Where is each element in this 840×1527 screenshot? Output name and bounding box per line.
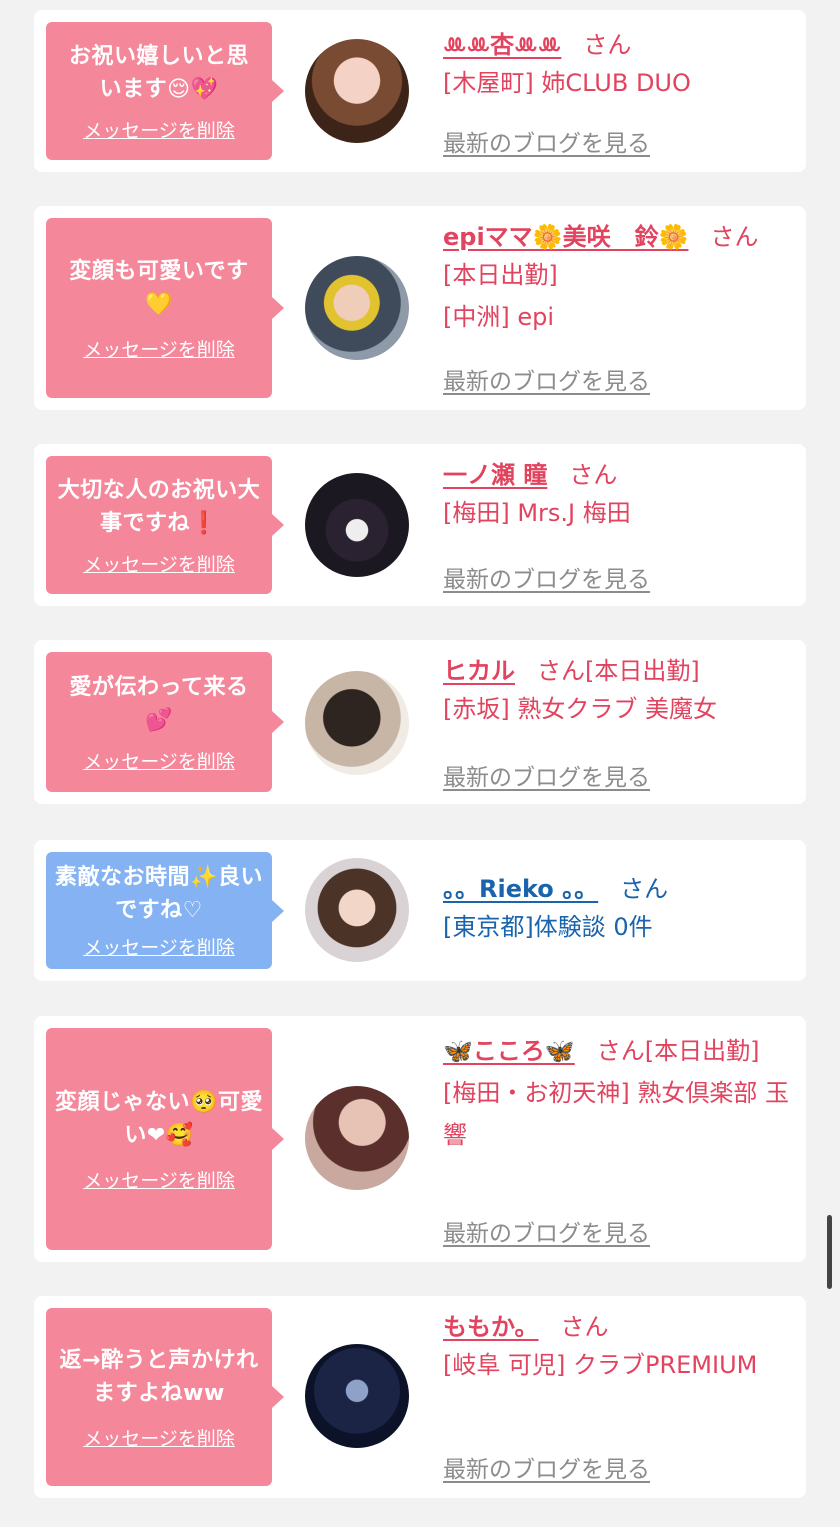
latest-blog-link[interactable]: 最新のブログを見る <box>443 560 650 594</box>
message-card: 変顔も可愛いです💛 メッセージを削除 epiママ🌼美咲 鈴🌼 さん [本日出勤] … <box>34 206 806 410</box>
message-text: 素敵なお時間✨良いですね♡ <box>55 865 263 923</box>
cast-name-link[interactable]: 🦋こころ🦋 <box>443 1037 575 1065</box>
shop-info: [岐阜 可児] クラブPREMIUM <box>443 1351 758 1379</box>
message-text: お祝い嬉しいと思います😌💖 <box>68 43 249 102</box>
honorific-suffix: さん <box>583 31 632 59</box>
cast-name-link[interactable]: 。。Rieko 。。 <box>443 875 598 903</box>
message-bubble: 愛が伝わって来る💕 メッセージを削除 <box>46 652 272 792</box>
cast-name-link[interactable]: 一ノ瀬 瞳 <box>443 461 547 489</box>
honorific-suffix: さん[本日出勤] <box>537 657 700 685</box>
shop-info: [梅田・お初天神] 熟女倶楽部 玉響 <box>443 1079 789 1149</box>
latest-blog-link[interactable]: 最新のブログを見る <box>443 1450 650 1484</box>
avatar[interactable] <box>305 671 409 775</box>
latest-blog-link[interactable]: 最新のブログを見る <box>443 362 650 396</box>
cast-name-link[interactable]: epiママ🌼美咲 鈴🌼 <box>443 223 688 251</box>
message-text: 変顔じゃない🥺可愛い❤🥰 <box>55 1089 263 1148</box>
review-info: [東京都]体験談 0件 <box>443 913 653 941</box>
shop-info: [赤坂] 熟女クラブ 美魔女 <box>443 695 717 723</box>
honorific-suffix: さん[本日出勤] <box>596 1037 760 1065</box>
message-text: 大切な人のお祝い大事ですね❗ <box>57 477 261 536</box>
message-bubble: 大切な人のお祝い大事ですね❗ メッセージを削除 <box>46 456 272 594</box>
message-bubble: 変顔も可愛いです💛 メッセージを削除 <box>46 218 272 398</box>
message-card: 変顔じゃない🥺可愛い❤🥰 メッセージを削除 🦋こころ🦋 さん[本日出勤] [梅田・… <box>34 1016 806 1262</box>
latest-blog-link[interactable]: 最新のブログを見る <box>443 1214 650 1248</box>
message-card: 愛が伝わって来る💕 メッセージを削除 ヒカル さん[本日出勤] [赤坂] 熟女クラ… <box>34 640 806 804</box>
honorific-suffix: さん <box>569 461 618 489</box>
avatar[interactable] <box>305 256 409 360</box>
message-bubble: 返→酔うと声かけれますよねww メッセージを削除 <box>46 1308 272 1486</box>
shop-info: [梅田] Mrs.J 梅田 <box>443 499 631 527</box>
cast-name-link[interactable]: ももか。 <box>443 1313 539 1341</box>
delete-message-link[interactable]: メッセージを削除 <box>83 1424 235 1451</box>
cast-name-link[interactable]: ꔛꔛ杏ꔛꔛ <box>443 31 561 59</box>
shop-info: [木屋町] 姉CLUB DUO <box>443 69 691 97</box>
honorific-suffix: さん <box>620 875 669 903</box>
delete-message-link[interactable]: メッセージを削除 <box>83 116 235 143</box>
delete-message-link[interactable]: メッセージを削除 <box>83 933 235 960</box>
message-card: 素敵なお時間✨良いですね♡ メッセージを削除 。。Rieko 。。 さん [東京都… <box>34 840 806 981</box>
message-card: 返→酔うと声かけれますよねww メッセージを削除 ももか。 さん [岐阜 可児] … <box>34 1296 806 1498</box>
delete-message-link[interactable]: メッセージを削除 <box>83 1166 235 1193</box>
avatar[interactable] <box>305 858 409 962</box>
message-card: 大切な人のお祝い大事ですね❗ メッセージを削除 一ノ瀬 瞳さん [梅田] Mrs… <box>34 444 806 606</box>
avatar[interactable] <box>305 39 409 143</box>
shop-info: [本日出勤] <box>443 261 558 289</box>
avatar[interactable] <box>305 1086 409 1190</box>
message-bubble: 素敵なお時間✨良いですね♡ メッセージを削除 <box>46 852 272 969</box>
cast-name-link[interactable]: ヒカル <box>443 657 515 685</box>
message-text: 愛が伝わって来る💕 <box>69 674 249 733</box>
honorific-suffix: さん <box>710 223 759 251</box>
message-text: 返→酔うと声かけれますよねww <box>59 1347 259 1406</box>
message-bubble: お祝い嬉しいと思います😌💖 メッセージを削除 <box>46 22 272 160</box>
shop-info: [中洲] epi <box>443 303 555 331</box>
avatar[interactable] <box>305 473 409 577</box>
avatar[interactable] <box>305 1344 409 1448</box>
message-text: 変顔も可愛いです💛 <box>69 258 249 317</box>
message-bubble: 変顔じゃない🥺可愛い❤🥰 メッセージを削除 <box>46 1028 272 1250</box>
latest-blog-link[interactable]: 最新のブログを見る <box>443 758 650 792</box>
delete-message-link[interactable]: メッセージを削除 <box>83 747 235 774</box>
delete-message-link[interactable]: メッセージを削除 <box>83 335 235 362</box>
latest-blog-link[interactable]: 最新のブログを見る <box>443 124 650 158</box>
scrollbar[interactable] <box>827 1215 832 1289</box>
delete-message-link[interactable]: メッセージを削除 <box>83 550 235 577</box>
honorific-suffix: さん <box>560 1313 609 1341</box>
message-card: お祝い嬉しいと思います😌💖 メッセージを削除 ꔛꔛ杏ꔛꔛ さん [木屋町] 姉CL… <box>34 10 806 172</box>
